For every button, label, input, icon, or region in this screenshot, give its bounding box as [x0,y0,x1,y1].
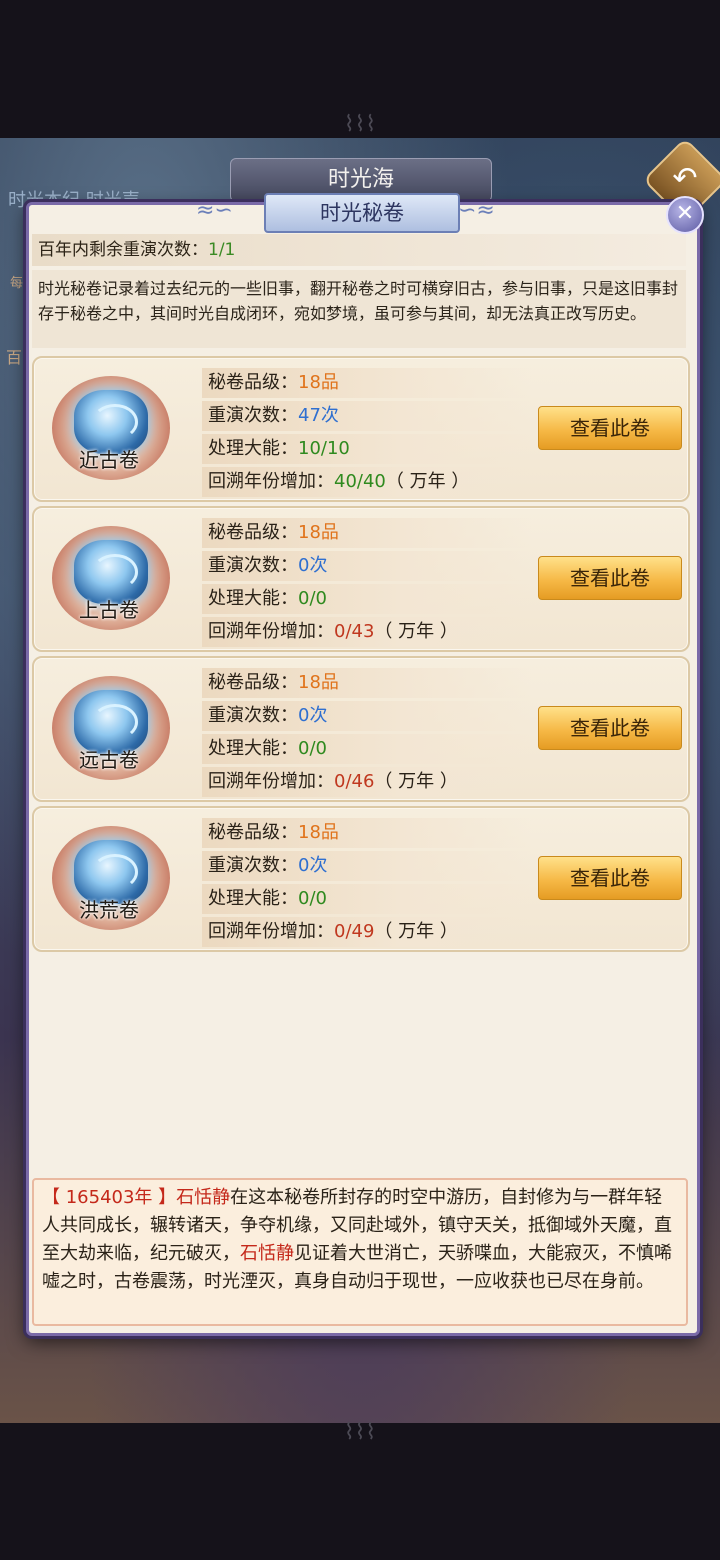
years-unit: （ 万年 ） [374,621,458,642]
replays-value: 47次 [298,405,339,426]
grade-row: 秘卷品级：18品 [202,368,532,398]
replays-label: 重演次数： [208,855,298,876]
scroll-card: 远古卷 秘卷品级：18品 重演次数：0次 处理大能：0/0 回溯年份增加：0/4… [32,656,690,802]
handled-value: 10/10 [298,438,350,459]
scroll-name: 洪荒卷 [79,898,139,922]
replays-label: 重演次数： [208,555,298,576]
handled-value: 0/0 [298,888,327,909]
replays-value: 0次 [298,855,328,876]
view-scroll-button[interactable]: 查看此卷 [538,706,682,750]
bottom-ornament: ⌇⌇⌇ [343,1420,377,1445]
grade-row: 秘卷品级：18品 [202,668,532,698]
grade-label: 秘卷品级： [208,372,298,393]
scroll-card: 洪荒卷 秘卷品级：18品 重演次数：0次 处理大能：0/0 回溯年份增加：0/4… [32,806,690,952]
years-value: 40/40 [334,471,386,492]
scroll-name: 近古卷 [79,448,139,472]
grade-value: 18品 [298,372,339,393]
scroll-name: 上古卷 [79,598,139,622]
replays-label: 重演次数： [208,405,298,426]
years-value: 0/43 [334,621,375,642]
remaining-replays-bar: 百年内剩余重演次数：1/1 [32,234,686,266]
intro-text: 时光秘卷记录着过去纪元的一些旧事，翻开秘卷之时可横穿旧古，参与旧事，只是这旧事封… [32,270,686,348]
replays-row: 重演次数：0次 [202,701,532,731]
close-button[interactable]: ✕ [666,196,704,234]
replays-value: 0次 [298,555,328,576]
background-side-text: 百 [6,348,23,367]
years-value: 0/49 [334,921,375,942]
top-ornament: ⌇⌇⌇ [343,112,377,137]
remaining-replays-value: 1/1 [208,240,236,260]
grade-value: 18品 [298,822,339,843]
handled-row: 处理大能：10/10 [202,434,532,464]
header-wing-left: ≈∽ [196,198,233,223]
story-character-name-2: 石恬静 [240,1243,294,1264]
replays-value: 0次 [298,705,328,726]
years-unit: （ 万年 ） [374,771,458,792]
grade-value: 18品 [298,522,339,543]
grade-value: 18品 [298,672,339,693]
scroll-card: 上古卷 秘卷品级：18品 重演次数：0次 处理大能：0/0 回溯年份增加：0/4… [32,506,690,652]
header-wing-right: ∽≈ [458,198,495,223]
story-log: 【 165403年 】石恬静在这本秘卷所封存的时空中游历，自封修为与一群年轻人共… [32,1178,688,1326]
scroll-name: 远古卷 [79,748,139,772]
replays-row: 重演次数：0次 [202,551,532,581]
grade-label: 秘卷品级： [208,672,298,693]
grade-row: 秘卷品级：18品 [202,818,532,848]
grade-label: 秘卷品级： [208,522,298,543]
handled-label: 处理大能： [208,738,298,759]
story-character-name: 石恬静 [176,1187,231,1208]
years-label: 回溯年份增加： [208,621,334,642]
years-row: 回溯年份增加：0/49（ 万年 ） [202,917,532,947]
view-scroll-button[interactable]: 查看此卷 [538,556,682,600]
replays-label: 重演次数： [208,705,298,726]
handled-label: 处理大能： [208,588,298,609]
handled-value: 0/0 [298,738,327,759]
years-row: 回溯年份增加：0/46（ 万年 ） [202,767,532,797]
grade-row: 秘卷品级：18品 [202,518,532,548]
close-icon: ✕ [675,201,695,226]
handled-label: 处理大能： [208,438,298,459]
replays-row: 重演次数：47次 [202,401,532,431]
years-row: 回溯年份增加：40/40（ 万年 ） [202,467,532,497]
years-unit: （ 万年 ） [385,471,470,492]
grade-label: 秘卷品级： [208,822,298,843]
replays-row: 重演次数：0次 [202,851,532,881]
years-label: 回溯年份增加： [208,471,334,492]
handled-label: 处理大能： [208,888,298,909]
years-unit: （ 万年 ） [374,921,458,942]
story-year: 【 165403年 】 [42,1187,177,1208]
scroll-card: 近古卷 秘卷品级：18品 重演次数：47次 处理大能：10/10 回溯年份增加：… [32,356,690,502]
handled-row: 处理大能：0/0 [202,584,532,614]
handled-row: 处理大能：0/0 [202,734,532,764]
handled-row: 处理大能：0/0 [202,884,532,914]
remaining-replays-label: 百年内剩余重演次数： [38,240,208,260]
years-label: 回溯年份增加： [208,921,334,942]
handled-value: 0/0 [298,588,327,609]
years-row: 回溯年份增加：0/43（ 万年 ） [202,617,532,647]
years-label: 回溯年份增加： [208,771,334,792]
view-scroll-button[interactable]: 查看此卷 [538,856,682,900]
dialog-title: 时光秘卷 [264,193,460,233]
years-value: 0/46 [334,771,375,792]
background-side-text-2: 每 [10,276,24,291]
view-scroll-button[interactable]: 查看此卷 [538,406,682,450]
